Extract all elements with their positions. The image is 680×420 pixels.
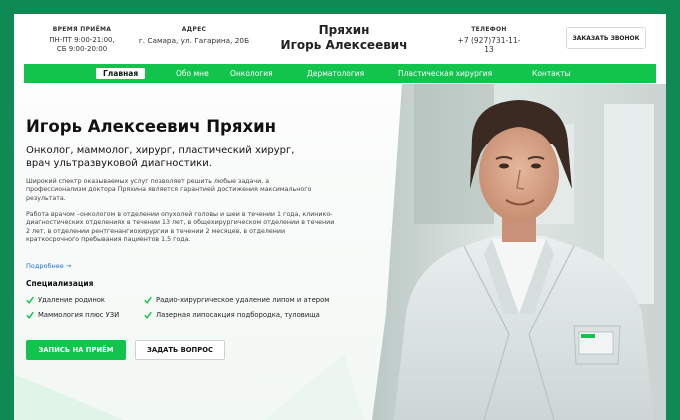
check-icon [144,311,152,319]
hero-paragraph-1: Широкий спектр оказываемых услуг позволя… [26,178,312,202]
specialization-label: Удаление родинок [38,296,106,304]
check-icon [144,296,152,304]
check-icon [26,311,34,319]
more-link[interactable]: Подробнее → [26,262,71,270]
hero-paragraph-2: Работа врачом –онкологом в отделении опу… [26,211,335,244]
ask-question-button[interactable]: ЗАДАТЬ ВОПРОС [135,340,225,360]
specialization-item: Удаление родинок [26,296,105,304]
specialization-item: Маммология плюс УЗИ [26,311,119,319]
page: ВРЕМЯ ПРИЁМА ПН-ПТ 9:00-21:00, СБ 9:00-2… [14,14,666,420]
hero-subtitle: Онколог, маммолог, хирург, пластический … [26,145,295,169]
specialization-label: Лазерная липосакция подбородка, туловища [156,311,320,319]
specialization-item: Радио-хирургическое удаление липом и ате… [144,296,329,304]
specialization-label: Радио-хирургическое удаление липом и ате… [156,296,330,304]
specialization-title: Специализация [26,279,94,288]
book-appointment-button[interactable]: ЗАПИСЬ НА ПРИЁМ [26,340,126,360]
check-icon [26,296,34,304]
hero-title: Игорь Алексеевич Пряхин [26,117,277,136]
specialization-item: Лазерная липосакция подбородка, туловища [144,311,320,319]
specialization-label: Маммология плюс УЗИ [38,311,120,319]
